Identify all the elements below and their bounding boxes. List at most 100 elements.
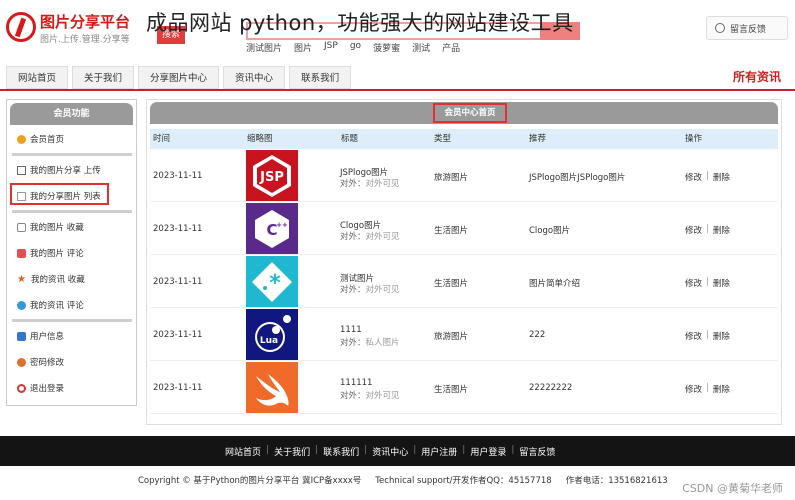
sidebar-item-upload[interactable]: 我的图片分享 上传 bbox=[17, 164, 101, 176]
footer-link-contact[interactable]: 联系我们 bbox=[323, 445, 359, 458]
hot-link[interactable]: 菠萝蜜 bbox=[373, 41, 400, 54]
sidebar-item-news-comments[interactable]: 我的资讯 评论 bbox=[17, 299, 84, 311]
table-header: 时间 缩略图 标题 类型 推荐 操作 bbox=[150, 129, 778, 149]
asterisk-logo-thumbnail[interactable]: * bbox=[246, 256, 298, 307]
table-row: 2023-11-11 * 测试图片 对外：对外可见 生活图片 图片简单介绍 修改… bbox=[150, 255, 778, 308]
cell-time: 2023-11-11 bbox=[153, 171, 203, 181]
jsp-logo-thumbnail[interactable]: JSP bbox=[246, 150, 298, 201]
sidebar-item-label: 密码修改 bbox=[30, 358, 65, 368]
table-row: 2023-11-11 Lua 1111 对外：私人图片 旅游图片 222 修改 |… bbox=[150, 308, 778, 361]
sidebar-divider bbox=[12, 319, 132, 322]
edit-link[interactable]: 修改 bbox=[685, 224, 702, 236]
sidebar-item-label: 退出登录 bbox=[30, 384, 65, 394]
watermark: CSDN @黄菊华老师 bbox=[682, 482, 783, 495]
delete-link[interactable]: 删除 bbox=[713, 383, 730, 395]
hot-link[interactable]: 图片 bbox=[294, 41, 312, 54]
table-row: 2023-11-11 111111 对外：对外可见 生活图片 22222222 … bbox=[150, 361, 778, 414]
table-row: 2023-11-11 JSP JSPlogo图片 对外：对外可见 旅游图片 JS… bbox=[150, 149, 778, 202]
sidebar-item-label: 用户信息 bbox=[30, 332, 65, 342]
user-home-icon bbox=[17, 134, 26, 144]
row-actions: 修改 | 删除 bbox=[685, 330, 730, 342]
row-actions: 修改 | 删除 bbox=[685, 171, 730, 183]
nav-item-share-center[interactable]: 分享图片中心 bbox=[138, 66, 220, 89]
svg-text:++: ++ bbox=[276, 221, 288, 229]
column-header: 缩略图 bbox=[247, 134, 273, 144]
sidebar-divider bbox=[12, 153, 132, 156]
footer-links: 网站首页 | 关于我们 | 联系我们 | 资讯中心 | 用户注册 | 用户登录 | 留言反馈 bbox=[225, 445, 556, 458]
delete-link[interactable]: 删除 bbox=[713, 277, 730, 289]
nav-item-contact[interactable]: 联系我们 bbox=[289, 66, 352, 89]
sidebar-item-label: 会员首页 bbox=[30, 135, 65, 145]
cell-visibility: 对外：对外可见 bbox=[340, 285, 400, 295]
nav-item-home[interactable]: 网站首页 bbox=[6, 66, 69, 89]
chat-icon bbox=[17, 300, 26, 310]
all-news-link[interactable]: 所有资讯 bbox=[733, 68, 781, 85]
edit-link[interactable]: 修改 bbox=[685, 277, 702, 289]
phone-text: 作者电话：13516821613 bbox=[565, 476, 668, 486]
sidebar-item-password[interactable]: 密码修改 bbox=[17, 356, 64, 368]
delete-link[interactable]: 删除 bbox=[713, 171, 730, 183]
sidebar-item-image-comments[interactable]: 我的图片 评论 bbox=[17, 247, 84, 259]
lua-logo-thumbnail[interactable]: Lua bbox=[246, 309, 298, 360]
footer-link-register[interactable]: 用户注册 bbox=[421, 445, 457, 458]
comment-icon bbox=[17, 248, 26, 258]
member-center-panel: 会员中心首页 时间 缩略图 标题 类型 推荐 操作 2023-11-11 JSP… bbox=[146, 99, 782, 425]
cell-title: 111111 bbox=[340, 378, 373, 388]
edit-link[interactable]: 修改 bbox=[685, 330, 702, 342]
column-header: 标题 bbox=[341, 134, 359, 144]
edit-link[interactable]: 修改 bbox=[685, 171, 702, 183]
sidebar-item-user-info[interactable]: 用户信息 bbox=[17, 330, 64, 342]
star-icon: ★ bbox=[17, 273, 26, 285]
footer-link-home[interactable]: 网站首页 bbox=[225, 445, 261, 458]
site-logo[interactable]: 图片分享平台 图片.上传.管理.分享等 bbox=[6, 8, 136, 48]
svg-text:JSP: JSP bbox=[259, 170, 284, 185]
cell-type: 生活图片 bbox=[434, 279, 469, 289]
logo-subtitle: 图片.上传.管理.分享等 bbox=[40, 35, 130, 45]
cell-time: 2023-11-11 bbox=[153, 330, 203, 340]
cell-recommend: JSPlogo图片JSPlogo图片 bbox=[529, 173, 626, 183]
column-header: 时间 bbox=[153, 134, 171, 144]
feedback-button[interactable]: 留言反馈 bbox=[706, 16, 788, 40]
power-icon bbox=[17, 383, 26, 393]
cell-time: 2023-11-11 bbox=[153, 224, 203, 234]
svg-text:*: * bbox=[269, 271, 281, 296]
user-info-icon bbox=[17, 331, 26, 341]
sidebar-item-fav-news[interactable]: ★ 我的资讯 收藏 bbox=[17, 273, 85, 285]
cell-recommend: 图片简单介绍 bbox=[529, 279, 581, 289]
panel-header: 会员中心首页 bbox=[150, 102, 778, 124]
table-row: 2023-11-11 C ++ Clogo图片 对外：对外可见 生活图片 Clo… bbox=[150, 202, 778, 255]
hot-link[interactable]: 测试图片 bbox=[246, 41, 282, 54]
row-actions: 修改 | 删除 bbox=[685, 383, 730, 395]
cell-type: 生活图片 bbox=[434, 226, 469, 236]
hot-link[interactable]: go bbox=[350, 41, 361, 54]
delete-link[interactable]: 删除 bbox=[713, 224, 730, 236]
member-sidebar: 会员功能 会员首页 我的图片分享 上传 我的分享图片 列表 我的图片 收藏 我的… bbox=[6, 99, 137, 406]
sidebar-item-member-home[interactable]: 会员首页 bbox=[17, 133, 64, 145]
nav-item-about[interactable]: 关于我们 bbox=[72, 66, 135, 89]
hot-link[interactable]: 测试 bbox=[412, 41, 430, 54]
cell-type: 旅游图片 bbox=[434, 173, 469, 183]
panel-title: 会员中心首页 bbox=[433, 103, 507, 123]
feedback-icon bbox=[715, 23, 725, 33]
swift-logo-thumbnail[interactable] bbox=[246, 362, 298, 413]
hot-search-links: 测试图片 图片 JSP go 菠萝蜜 测试 产品 bbox=[246, 41, 460, 54]
star-outline-icon bbox=[17, 222, 26, 232]
sidebar-item-logout[interactable]: 退出登录 bbox=[17, 382, 64, 394]
edit-link[interactable]: 修改 bbox=[685, 383, 702, 395]
sidebar-title: 会员功能 bbox=[10, 103, 133, 125]
row-actions: 修改 | 删除 bbox=[685, 224, 730, 236]
cell-visibility: 对外：私人图片 bbox=[340, 338, 400, 348]
footer-link-login[interactable]: 用户登录 bbox=[470, 445, 506, 458]
sidebar-divider bbox=[12, 210, 132, 213]
nav-item-news[interactable]: 资讯中心 bbox=[223, 66, 286, 89]
delete-link[interactable]: 删除 bbox=[713, 330, 730, 342]
footer-link-about[interactable]: 关于我们 bbox=[274, 445, 310, 458]
hot-link[interactable]: JSP bbox=[324, 41, 338, 54]
footer-link-news[interactable]: 资讯中心 bbox=[372, 445, 408, 458]
sidebar-item-fav-images[interactable]: 我的图片 收藏 bbox=[17, 221, 84, 233]
support-text: Technical support/开发作者QQ：45157718 bbox=[375, 476, 552, 486]
footer-link-feedback[interactable]: 留言反馈 bbox=[519, 445, 555, 458]
hot-link[interactable]: 产品 bbox=[442, 41, 460, 54]
feedback-label: 留言反馈 bbox=[730, 24, 767, 35]
cpp-logo-thumbnail[interactable]: C ++ bbox=[246, 203, 298, 254]
